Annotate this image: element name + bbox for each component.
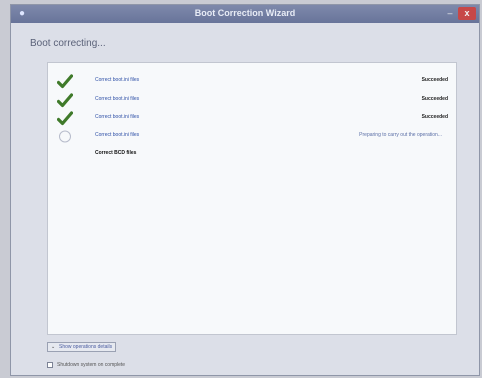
operations-list: Correct boot.ini files Succeeded Correct…	[47, 62, 457, 335]
list-item: Correct boot.ini files Succeeded	[48, 93, 456, 108]
operation-label: Correct boot.ini files	[95, 132, 140, 138]
list-item: Correct boot.ini files Preparing to carr…	[48, 129, 456, 144]
list-item: Correct BCD files	[48, 147, 456, 162]
shutdown-checkbox[interactable]	[47, 361, 53, 368]
operation-label: Correct boot.ini files	[95, 114, 140, 120]
operation-label: Correct boot.ini files	[95, 77, 140, 83]
show-details-label: Show operations details	[59, 344, 113, 350]
shutdown-label: Shutdown system on complete	[57, 361, 126, 368]
progress-ring-icon	[59, 130, 71, 143]
shutdown-option[interactable]: Shutdown system on complete	[47, 356, 125, 368]
window-title: Boot Correction Wizard	[194, 8, 296, 18]
operation-status: Succeeded	[421, 77, 448, 83]
list-item: Correct boot.ini files Succeeded	[48, 111, 456, 126]
checkmark-icon	[57, 74, 73, 89]
minimize-button[interactable]: –	[443, 7, 457, 20]
show-details-toggle[interactable]: ⌄ Show operations details	[47, 342, 117, 352]
page-status-heading: Boot correcting...	[30, 38, 106, 49]
operation-status: Preparing to carry out the operation...	[359, 132, 442, 138]
checkmark-icon	[57, 111, 73, 126]
checkmark-icon	[57, 93, 73, 108]
close-button[interactable]: x	[458, 7, 476, 20]
chevron-down-icon: ⌄	[51, 344, 56, 350]
title-bar[interactable]: ● Boot Correction Wizard – x	[11, 5, 479, 23]
operation-label: Correct boot.ini files	[95, 96, 140, 102]
operation-label: Correct BCD files	[95, 150, 137, 156]
operation-status: Succeeded	[421, 96, 448, 102]
wizard-window: ● Boot Correction Wizard – x Boot correc…	[10, 4, 480, 376]
operation-status: Succeeded	[421, 114, 448, 120]
list-item: Correct boot.ini files Succeeded	[48, 74, 456, 89]
